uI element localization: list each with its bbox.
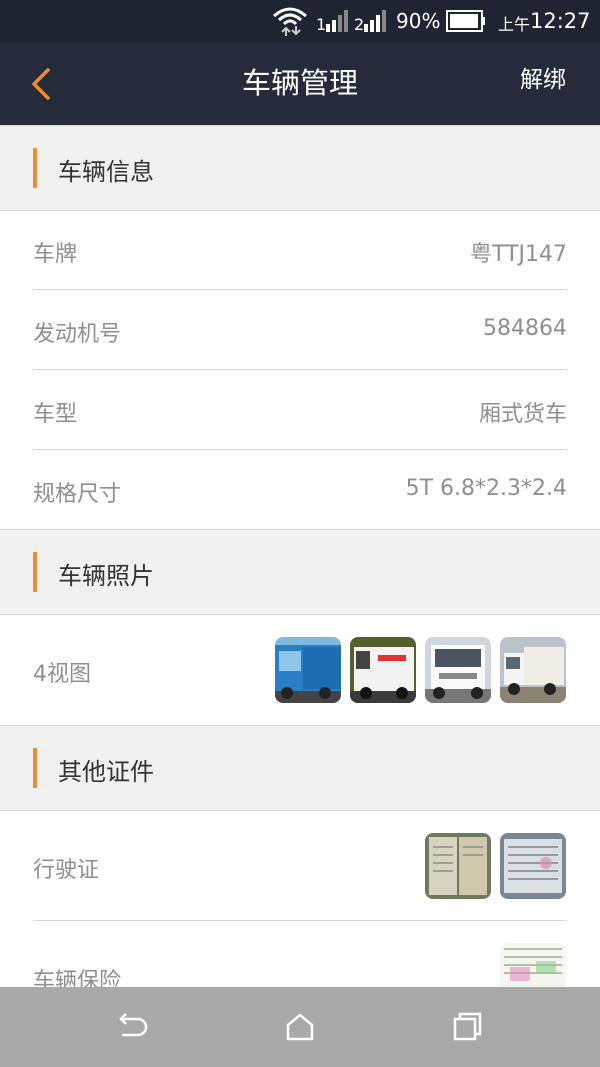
section-title: 车辆信息 <box>58 158 154 186</box>
vehicle-photo-thumbnail[interactable] <box>500 637 566 703</box>
info-row-engine: 发动机号 584864 <box>33 290 567 370</box>
section-other-certificates: 其他证件 <box>0 725 600 811</box>
row-value: 584864 <box>483 316 567 341</box>
home-nav-icon[interactable] <box>280 1007 320 1047</box>
section-title: 车辆照片 <box>58 562 154 590</box>
row-label: 发动机号 <box>33 322 122 347</box>
app-bar: 车辆管理 解绑 <box>0 42 600 125</box>
section-accent-bar <box>33 748 37 788</box>
unbind-button[interactable]: 解绑 <box>520 64 566 96</box>
insurance-thumbnail[interactable] <box>500 943 566 987</box>
vehicle-photo-thumbnail[interactable] <box>350 637 416 703</box>
row-label: 4视图 <box>33 662 91 687</box>
row-label: 规格尺寸 <box>33 482 122 507</box>
cert-row-vehicle-insurance: 车辆保险 <box>33 921 567 987</box>
signal-icon-sim2 <box>364 10 386 32</box>
clock: 12:27 <box>530 9 591 33</box>
section-vehicle-photos: 车辆照片 <box>0 529 600 615</box>
section-accent-bar <box>33 148 37 188</box>
sim2-label: 2 <box>354 15 365 34</box>
sim1-label: 1 <box>316 15 327 34</box>
info-row-plate: 车牌 粤TTJ147 <box>33 210 567 290</box>
row-label: 车型 <box>33 402 78 427</box>
row-label: 车辆保险 <box>33 969 122 987</box>
status-bar: 1 2 90% 上午 12:27 <box>0 0 600 42</box>
vehicle-photo-thumbnail[interactable] <box>275 637 341 703</box>
section-vehicle-info: 车辆信息 <box>0 125 600 211</box>
time-prefix: 上午 <box>498 15 531 34</box>
signal-icon-sim1 <box>326 10 348 32</box>
system-nav-bar <box>0 987 600 1067</box>
row-value: 厢式货车 <box>478 402 567 427</box>
row-value: 5T 6.8*2.3*2.4 <box>405 476 567 501</box>
battery-percent: 90% <box>396 9 441 33</box>
info-row-type: 车型 厢式货车 <box>33 370 567 450</box>
row-value: 粤TTJ147 <box>470 242 567 267</box>
back-nav-icon[interactable] <box>112 1007 152 1047</box>
row-label: 车牌 <box>33 242 78 267</box>
recents-nav-icon[interactable] <box>447 1007 487 1047</box>
driving-license-thumbnail[interactable] <box>500 833 566 899</box>
page-title: 车辆管理 <box>241 66 358 100</box>
info-row-size: 规格尺寸 5T 6.8*2.3*2.4 <box>33 450 567 529</box>
section-accent-bar <box>33 552 37 592</box>
driving-license-thumbnail[interactable] <box>425 833 491 899</box>
vehicle-photo-thumbnail[interactable] <box>425 637 491 703</box>
wifi-icon <box>273 7 307 36</box>
battery-icon <box>446 10 485 32</box>
section-title: 其他证件 <box>58 758 154 786</box>
row-label: 行驶证 <box>33 858 100 883</box>
